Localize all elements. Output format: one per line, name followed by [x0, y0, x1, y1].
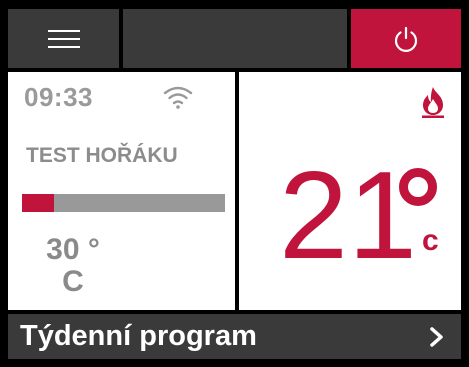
thermostat-screen: 09:33 TEST HOŘÁKU 30 ° C 21 c Týdenní pr… — [0, 0, 469, 367]
power-icon — [394, 26, 418, 52]
hamburger-icon — [47, 29, 80, 48]
wifi-icon — [163, 86, 193, 109]
menu-button[interactable] — [8, 9, 120, 68]
setpoint-value: 30 ° — [46, 233, 100, 266]
progress-fill — [22, 194, 55, 212]
temperature-panel: 21 c — [239, 72, 461, 310]
degree-symbol — [399, 168, 437, 206]
setpoint-unit: C — [62, 265, 84, 298]
top-bar — [8, 9, 461, 68]
weekly-program-button[interactable]: Týdenní program — [8, 314, 461, 359]
flame-icon — [422, 87, 444, 118]
setpoint-temperature: 30 ° C — [28, 234, 118, 298]
power-button[interactable] — [350, 9, 461, 68]
weekly-program-label: Týdenní program — [20, 320, 257, 352]
clock-time: 09:33 — [24, 82, 93, 112]
current-temperature: 21 — [279, 147, 417, 285]
chevron-right-icon — [429, 326, 461, 348]
progress-bar — [22, 194, 225, 212]
status-panel: 09:33 TEST HOŘÁKU 30 ° C — [8, 72, 235, 310]
mode-status: TEST HOŘÁKU — [26, 144, 178, 167]
top-bar-spacer — [122, 9, 347, 68]
temperature-unit: c — [422, 224, 439, 257]
